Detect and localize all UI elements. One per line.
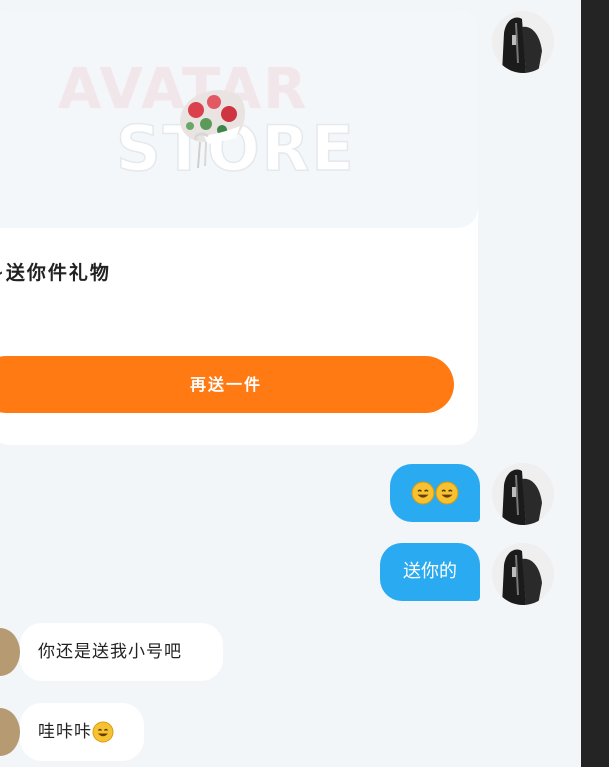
my-avatar[interactable] bbox=[492, 463, 554, 525]
send-again-button[interactable]: 再送一件 bbox=[0, 356, 454, 413]
gift-message: ~送你件礼物 bbox=[0, 262, 111, 284]
message-text: 哇咔咔 bbox=[38, 722, 92, 742]
contact-avatar[interactable] bbox=[0, 628, 20, 676]
side-scrollbar-area bbox=[581, 0, 609, 767]
contact-avatar[interactable] bbox=[0, 708, 20, 756]
gift-card[interactable]: AVATAR STORE ~送你件礼物 再送一件 bbox=[0, 10, 478, 445]
message-bubble-other[interactable]: 你还是送我小号吧 bbox=[20, 623, 223, 681]
gift-hat-image bbox=[180, 90, 246, 169]
message-bubble-mine[interactable] bbox=[390, 464, 480, 522]
grinning-face-icon bbox=[435, 481, 459, 505]
my-avatar[interactable] bbox=[492, 543, 554, 605]
gift-preview[interactable]: AVATAR STORE bbox=[0, 10, 478, 228]
message-text: 送你的 bbox=[403, 561, 457, 582]
message-bubble-other[interactable]: 哇咔咔 bbox=[20, 703, 144, 761]
message-text: 你还是送我小号吧 bbox=[38, 642, 182, 662]
my-avatar[interactable] bbox=[492, 11, 554, 73]
grinning-face-icon bbox=[92, 721, 114, 743]
message-bubble-mine[interactable]: 送你的 bbox=[380, 543, 480, 601]
grinning-face-icon bbox=[411, 481, 435, 505]
